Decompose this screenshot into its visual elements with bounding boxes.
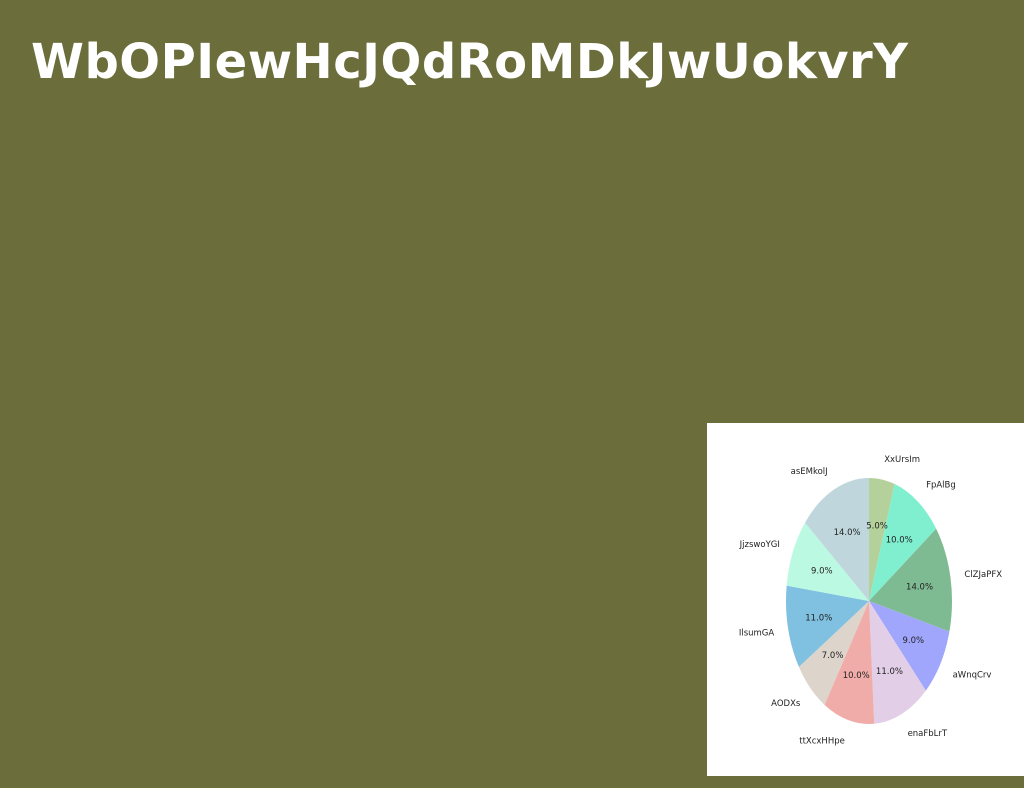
- pie-slices: [786, 478, 952, 724]
- pie-percent-label: 14.0%: [906, 583, 933, 593]
- pie-percent-label: 14.0%: [834, 528, 861, 538]
- pie-category-label: FpAlBg: [926, 481, 956, 491]
- pie-category-label: enaFbLrT: [908, 729, 948, 739]
- page-title: WbOPIewHcJQdRoMDkJwUokvrY: [31, 34, 909, 90]
- pie-category-label: asEMkolJ: [791, 467, 828, 477]
- pie-category-label: JjzswoYGI: [739, 540, 780, 550]
- pie-percent-label: 10.0%: [843, 671, 870, 681]
- pie-percent-label: 11.0%: [805, 614, 832, 624]
- pie-category-label: aWnqCrv: [953, 670, 992, 680]
- pie-percent-label: 9.0%: [811, 567, 833, 577]
- pie-category-label: IlsumGA: [739, 628, 775, 638]
- pie-chart-panel: 5.0% 10.0% 14.0% 9.0% 11.0% 10.0% 7.0% 11.0% 9.0…: [707, 423, 1024, 776]
- pie-category-label: AODXs: [771, 699, 801, 709]
- pie-percent-label: 11.0%: [876, 667, 903, 677]
- pie-percent-label: 9.0%: [902, 636, 924, 646]
- pie-percent-label: 7.0%: [822, 651, 844, 661]
- pie-chart: 5.0% 10.0% 14.0% 9.0% 11.0% 10.0% 7.0% 11.0% 9.0…: [739, 455, 1003, 747]
- pie-category-label: XxUrsIm: [884, 455, 920, 465]
- pie-category-label: ClZJaPFX: [964, 570, 1002, 580]
- pie-percent-label: 10.0%: [886, 535, 913, 545]
- pie-category-label: ttXcxHHpe: [799, 736, 845, 746]
- pie-percent-label: 5.0%: [866, 522, 888, 532]
